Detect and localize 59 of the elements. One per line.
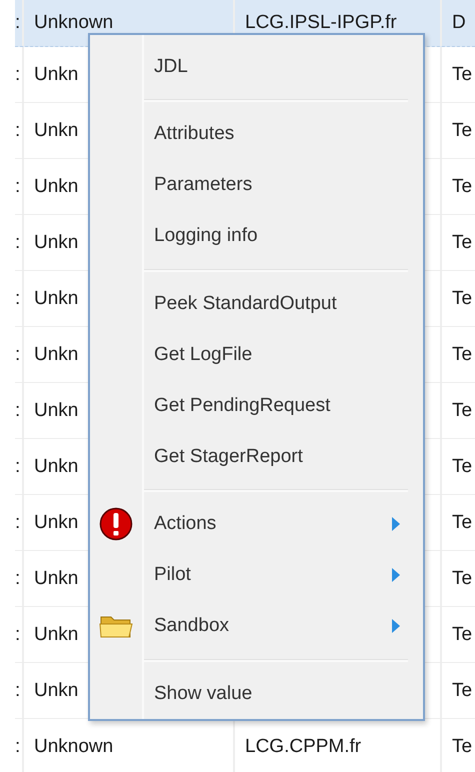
- menu-item[interactable]: Pilot: [90, 550, 423, 600]
- submenu-arrow-icon: [391, 618, 401, 634]
- table-cell: :: [15, 176, 20, 198]
- table-cell: Unkn: [34, 120, 78, 142]
- menu-item[interactable]: Show value: [90, 668, 423, 719]
- menu-item[interactable]: Actions: [90, 498, 423, 550]
- table-cell: Unkn: [34, 680, 78, 702]
- table-cell: :: [15, 12, 20, 34]
- table-cell: Te: [452, 400, 472, 422]
- error-icon: [99, 507, 133, 541]
- table-cell: Te: [452, 512, 472, 534]
- menu-item[interactable]: Attributes: [90, 108, 423, 160]
- menu-item[interactable]: Peek StandardOutput: [90, 278, 423, 329]
- table-cell: Unkn: [34, 344, 78, 366]
- menu-item[interactable]: Logging info: [90, 210, 423, 262]
- table-cell: :: [15, 232, 20, 254]
- table-cell: LCG.IPSL-IPGP.fr: [245, 12, 397, 34]
- menu-item[interactable]: Get PendingRequest: [90, 380, 423, 431]
- table-cell: Te: [452, 344, 472, 366]
- table-cell: :: [15, 344, 20, 366]
- table-cell: LCG.CPPM.fr: [245, 736, 362, 758]
- table-cell: :: [15, 456, 20, 478]
- menu-item[interactable]: Sandbox: [90, 600, 423, 652]
- table-cell: Unknown: [34, 12, 114, 34]
- table-cell: Unknown: [34, 736, 114, 758]
- table-cell: Te: [452, 288, 472, 310]
- menu-item[interactable]: Get StagerReport: [90, 431, 423, 482]
- table-cell: Te: [452, 64, 472, 86]
- table-cell: Unkn: [34, 232, 78, 254]
- table-cell: :: [15, 400, 20, 422]
- table-cell: :: [15, 288, 20, 310]
- table-cell: Te: [452, 680, 472, 702]
- table-cell: Unkn: [34, 624, 78, 646]
- table-cell: Te: [452, 456, 472, 478]
- table-cell: Unkn: [34, 400, 78, 422]
- table-cell: :: [15, 64, 20, 86]
- table-cell: :: [15, 512, 20, 534]
- table-cell: Te: [452, 176, 472, 198]
- menu-item[interactable]: Parameters: [90, 160, 423, 210]
- table-cell: :: [15, 680, 20, 702]
- table-cell: :: [15, 568, 20, 590]
- menu-item[interactable]: Get LogFile: [90, 329, 423, 380]
- table-cell: Unkn: [34, 288, 78, 310]
- table-cell: Unkn: [34, 512, 78, 534]
- table-cell: Te: [452, 120, 472, 142]
- submenu-arrow-icon: [391, 516, 401, 532]
- table-cell: Unkn: [34, 176, 78, 198]
- table-cell: :: [15, 120, 20, 142]
- submenu-arrow-icon: [391, 567, 401, 583]
- table-cell: Te: [452, 624, 472, 646]
- table-cell: :: [15, 624, 20, 646]
- table-cell: Unkn: [34, 64, 78, 86]
- table-cell: Unkn: [34, 456, 78, 478]
- table-cell: Te: [452, 736, 472, 758]
- table-cell: Unkn: [34, 568, 78, 590]
- table-cell: :: [15, 736, 20, 758]
- table-cell: D: [452, 12, 466, 34]
- table-cell: Te: [452, 568, 472, 590]
- table-cell: Te: [452, 232, 472, 254]
